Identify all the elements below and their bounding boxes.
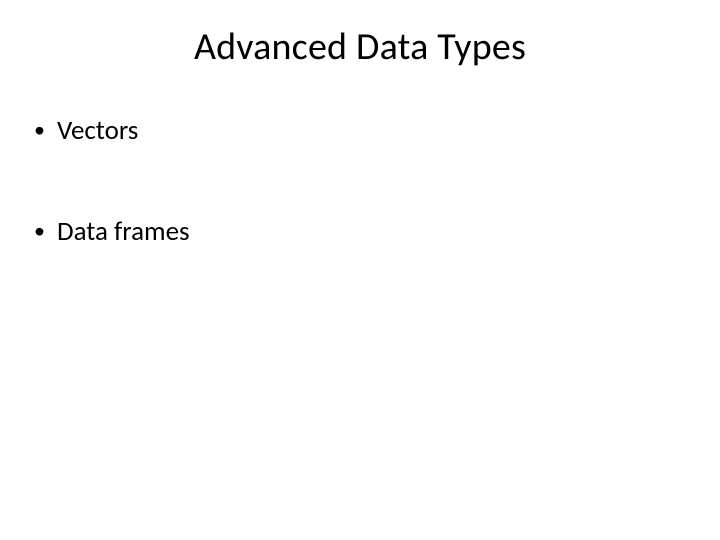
bullet-icon: • (34, 119, 45, 141)
bullet-text: Data frames (57, 215, 190, 248)
bullet-text: Vectors (57, 114, 138, 147)
slide-title: Advanced Data Types (0, 0, 720, 70)
list-item: • Data frames (34, 215, 720, 248)
slide-container: Advanced Data Types • Vectors • Data fra… (0, 0, 720, 540)
bullet-icon: • (34, 220, 45, 242)
list-item: • Vectors (34, 114, 720, 147)
slide-content: • Vectors • Data frames (0, 70, 720, 248)
